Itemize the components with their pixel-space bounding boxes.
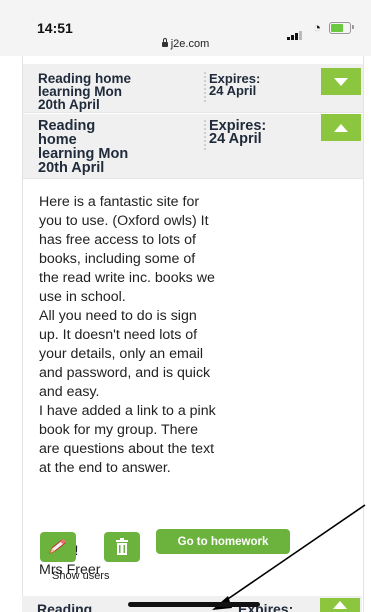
annotation-arrow <box>212 504 366 610</box>
home-indicator[interactable] <box>128 602 260 607</box>
